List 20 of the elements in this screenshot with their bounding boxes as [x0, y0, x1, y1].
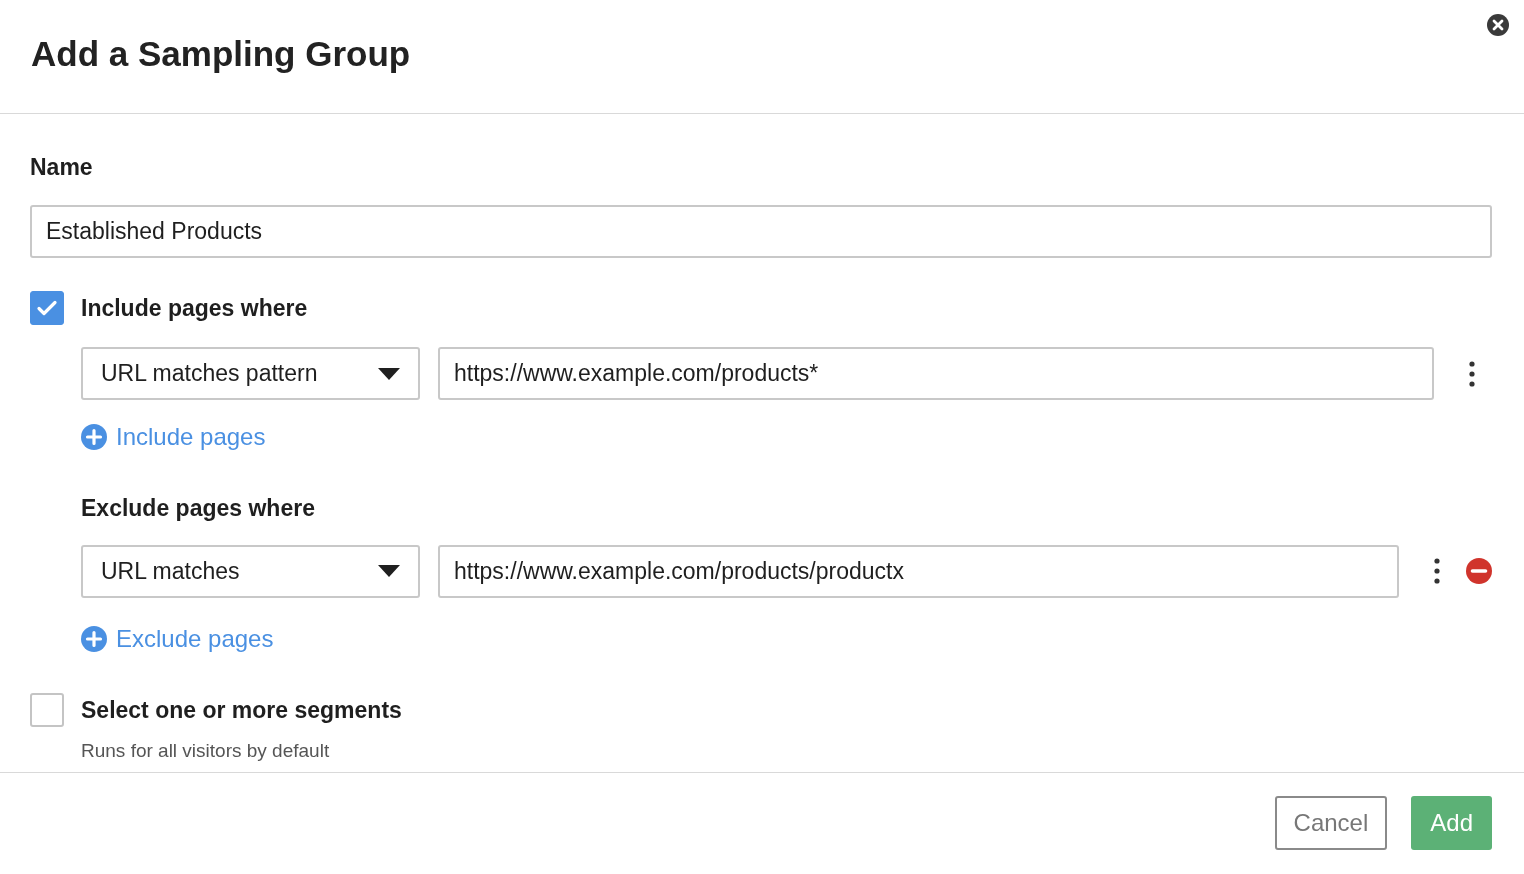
checkbox[interactable] — [30, 692, 64, 727]
name-input-field[interactable]: Established Products — [30, 204, 1492, 258]
caret-down-icon — [378, 367, 400, 380]
url-input-field[interactable]: https://www.example.com/products* — [438, 347, 1434, 400]
operator-select[interactable]: URL matches — [81, 544, 420, 598]
operator-select[interactable]: URL matches pattern — [81, 347, 420, 400]
plus-circle-icon — [81, 625, 107, 652]
segments-hint: Runs for all visitors by default — [81, 739, 331, 763]
plus-circle-icon — [81, 424, 107, 450]
close-icon[interactable] — [1487, 14, 1509, 36]
cancel-button[interactable]: Cancel — [1274, 795, 1388, 850]
include-label: Include pages where — [81, 293, 308, 323]
caret-down-icon — [378, 565, 400, 577]
exclude-label: Exclude pages where — [81, 494, 316, 523]
name-label: Name — [30, 153, 94, 182]
dialog-title: Add a Sampling Group — [31, 33, 411, 76]
segments-label: Select one or more segments — [81, 695, 402, 725]
checkbox[interactable] — [30, 290, 64, 325]
url-input-field[interactable]: https://www.example.com/products/productx — [438, 544, 1399, 598]
remove-icon[interactable] — [1466, 558, 1492, 584]
